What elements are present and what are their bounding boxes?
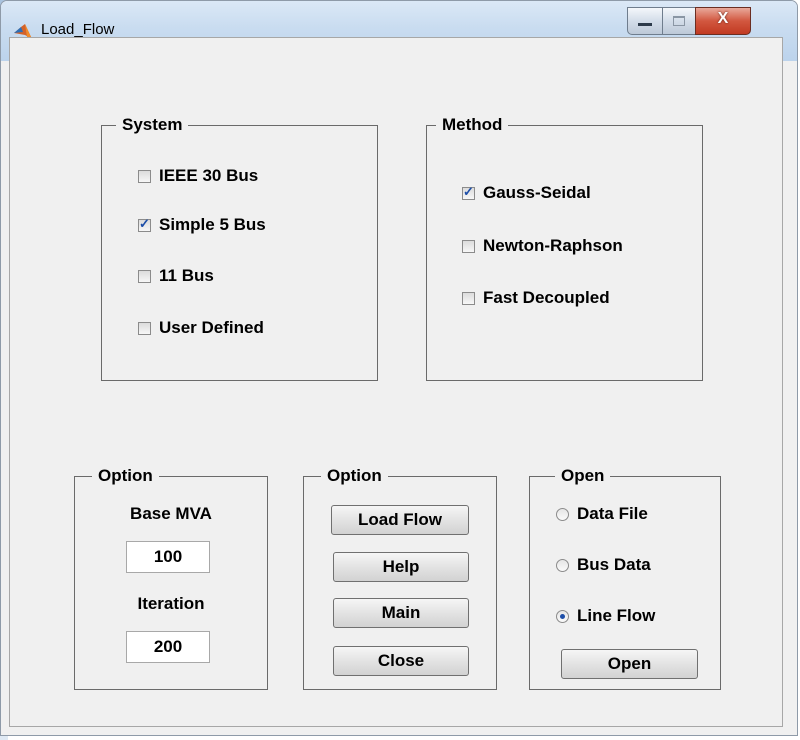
system-panel: System IEEE 30 Bus Simple 5 Bus 11 Bus U… (101, 115, 378, 381)
checkbox-label: Gauss-Seidal (483, 183, 591, 202)
load-flow-button[interactable]: Load Flow (331, 505, 469, 535)
system-panel-title: System (116, 115, 189, 135)
checkbox-user-defined[interactable]: User Defined (138, 318, 264, 338)
radio-label: Data File (577, 504, 648, 523)
radio-circle[interactable] (556, 558, 569, 572)
checkbox-ieee-30-bus[interactable]: IEEE 30 Bus (138, 166, 258, 186)
option-actions-panel: Option Load Flow Help Main Close (303, 466, 497, 690)
iteration-label: Iteration (137, 594, 205, 613)
method-panel-title: Method (436, 115, 509, 135)
checkbox-label: IEEE 30 Bus (159, 166, 259, 185)
method-panel: Method Gauss-Seidal Newton-Raphson Fast … (426, 115, 703, 381)
checkbox-label: 11 Bus (159, 266, 214, 285)
radio-data-file[interactable]: Data File (556, 504, 648, 524)
checkbox-fast-decoupled[interactable]: Fast Decoupled (462, 288, 610, 308)
base-mva-field[interactable]: 100 (126, 541, 210, 573)
radio-label: Bus Data (577, 555, 651, 574)
checkbox-box[interactable] (138, 269, 151, 283)
open-panel-title: Open (555, 466, 611, 486)
checkbox-box[interactable] (462, 184, 475, 200)
base-mva-label: Base MVA (130, 504, 212, 523)
help-button[interactable]: Help (333, 552, 469, 582)
close-button[interactable]: Close (333, 646, 469, 676)
checkbox-11-bus[interactable]: 11 Bus (138, 266, 214, 286)
minimize-button[interactable] (627, 7, 663, 35)
checkbox-label: Newton-Raphson (483, 236, 623, 255)
figure-client-area: System IEEE 30 Bus Simple 5 Bus 11 Bus U… (9, 37, 783, 727)
checkbox-box[interactable] (462, 239, 475, 253)
iteration-field[interactable]: 200 (126, 631, 210, 663)
open-panel: Open Data File Bus Data Line Flow Open (529, 466, 721, 690)
main-button[interactable]: Main (333, 598, 469, 628)
radio-line-flow[interactable]: Line Flow (556, 606, 655, 626)
checkbox-box[interactable] (138, 321, 151, 335)
radio-circle[interactable] (556, 609, 569, 623)
radio-circle[interactable] (556, 507, 569, 521)
checkbox-simple-5-bus[interactable]: Simple 5 Bus (138, 215, 266, 235)
maximize-icon (673, 16, 685, 26)
checkbox-label: User Defined (159, 318, 264, 337)
checkbox-gauss-seidal[interactable]: Gauss-Seidal (462, 183, 591, 203)
option-params-panel: Option Base MVA 100 Iteration 200 (74, 466, 268, 690)
checkbox-label: Simple 5 Bus (159, 215, 266, 234)
window-title: Load_Flow (41, 21, 115, 38)
option-params-title: Option (92, 466, 159, 486)
minimize-icon (638, 23, 652, 26)
checkbox-box[interactable] (462, 291, 475, 305)
checkbox-label: Fast Decoupled (483, 288, 610, 307)
close-window-button[interactable]: X (695, 7, 751, 35)
option-actions-title: Option (321, 466, 388, 486)
maximize-button[interactable] (662, 7, 696, 35)
checkbox-newton-raphson[interactable]: Newton-Raphson (462, 236, 623, 256)
checkbox-box[interactable] (138, 169, 151, 183)
close-icon: X (717, 10, 729, 27)
radio-bus-data[interactable]: Bus Data (556, 555, 651, 575)
open-button[interactable]: Open (561, 649, 698, 679)
radio-label: Line Flow (577, 606, 656, 625)
load-flow-window: Load_Flow X System IEEE 30 Bus Simple 5 … (0, 0, 798, 736)
checkbox-box[interactable] (138, 216, 151, 232)
